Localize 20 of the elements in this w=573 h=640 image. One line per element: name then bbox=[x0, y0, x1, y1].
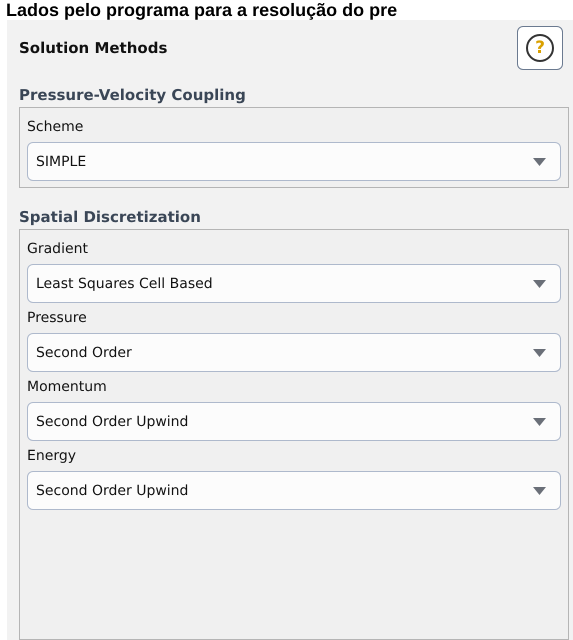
caret-icon bbox=[533, 348, 546, 356]
caret-icon bbox=[533, 158, 546, 166]
caption-text: Lados pelo programa para a resolução do pre bbox=[5, 0, 398, 20]
dropdown[interactable]: Second Order Upwind bbox=[27, 402, 561, 441]
dropdown[interactable]: Second Order bbox=[27, 333, 561, 372]
field-label: Pressure bbox=[27, 309, 87, 327]
dropdown[interactable]: Second Order Upwind bbox=[27, 471, 561, 510]
field-label: Momentum bbox=[27, 378, 107, 396]
caret-icon bbox=[533, 280, 546, 288]
dropdown[interactable]: Least Squares Cell Based bbox=[27, 264, 561, 303]
field-label: Energy bbox=[27, 447, 76, 465]
field-label: Scheme bbox=[27, 118, 84, 136]
dropdown[interactable]: SIMPLE bbox=[27, 142, 561, 181]
field-label: Gradient bbox=[27, 240, 88, 258]
panel-title: Solution Methods bbox=[19, 39, 168, 57]
group-title: Spatial Discretization bbox=[19, 208, 202, 226]
help-icon: ? bbox=[526, 34, 554, 62]
caret-icon bbox=[533, 486, 546, 494]
group-title: Pressure-Velocity Coupling bbox=[19, 86, 247, 104]
caret-icon bbox=[533, 418, 546, 426]
